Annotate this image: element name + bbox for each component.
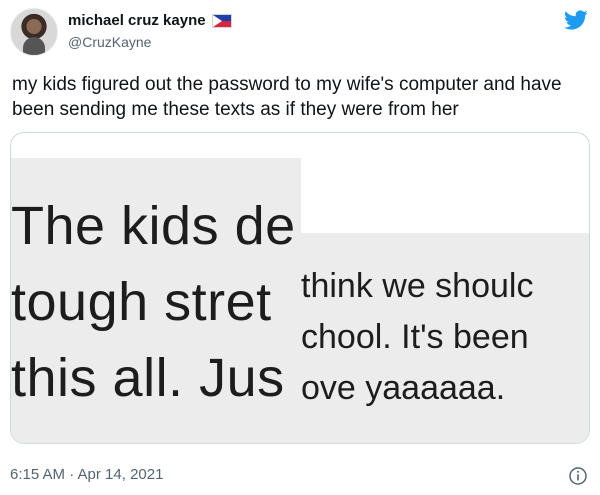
- twitter-bird-icon[interactable]: [562, 8, 590, 32]
- avatar[interactable]: [10, 8, 58, 56]
- message-line: The kids de: [11, 196, 296, 256]
- tweet-media[interactable]: The kids de tough stret this all. Jus th…: [10, 132, 590, 444]
- tweet-timestamp[interactable]: 6:15 AM · Apr 14, 2021: [10, 466, 163, 483]
- philippines-flag-icon: [211, 13, 232, 28]
- display-name[interactable]: michael cruz kayne: [68, 12, 206, 29]
- message-line: this all. Jus: [11, 348, 285, 408]
- message-screenshot-left: The kids de tough stret this all. Jus: [11, 158, 301, 443]
- tweet-text: my kids figured out the password to my w…: [12, 74, 562, 120]
- tweet-card: michael cruz kayne @CruzKayne my kids fi…: [0, 0, 600, 495]
- message-line: tough stret: [11, 272, 272, 332]
- info-icon[interactable]: [568, 466, 588, 486]
- author-name-row: michael cruz kayne: [68, 12, 232, 29]
- message-line: ove yaaaaaa.: [301, 369, 506, 407]
- message-line: chool. It's been: [301, 318, 529, 356]
- user-handle[interactable]: @CruzKayne: [68, 34, 151, 50]
- message-line: think we shoulc: [301, 267, 534, 305]
- message-screenshot-right: think we shoulc chool. It's been ove yaa…: [301, 233, 589, 443]
